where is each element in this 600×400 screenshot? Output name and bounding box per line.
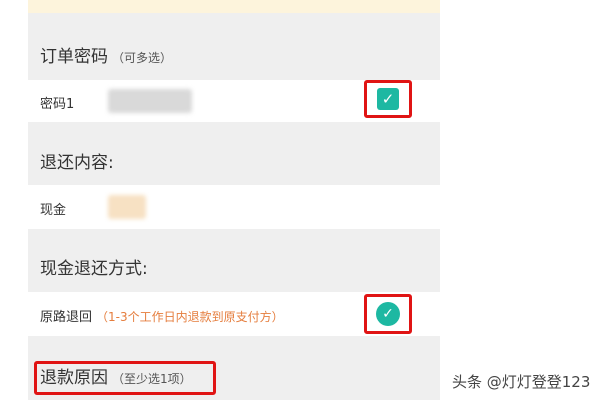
notice-bar (28, 0, 440, 13)
watermark-text: 头条 @灯灯登登123 (452, 373, 591, 391)
refund-content-title: 退还内容: (40, 152, 114, 174)
refund-reason-title-text: 退款原因 (40, 368, 108, 388)
order-password-hint: （可多选） (112, 51, 173, 65)
refund-method-title: 现金退还方式: (40, 258, 148, 280)
refund-content-label: 现金 (40, 203, 67, 218)
refund-method-title-text: 现金退还方式: (40, 259, 148, 279)
order-password-title: 订单密码 （可多选） (40, 46, 172, 69)
refund-content-title-text: 退还内容: (40, 153, 114, 173)
refund-method-option: 原路退回 （1-3个工作日内退款到原支付方） (40, 306, 284, 325)
refund-method-label: 原路退回 (40, 310, 93, 325)
password-label: 密码1 (40, 97, 75, 112)
order-password-title-text: 订单密码 (40, 47, 108, 67)
refund-reason-title: 退款原因 （至少选1项） (40, 367, 192, 390)
refund-reason-hint: （至少选1项） (112, 372, 192, 386)
refund-content-row: 现金 (28, 185, 440, 229)
refund-method-note: （1-3个工作日内退款到原支付方） (96, 310, 284, 324)
password-redacted (108, 89, 192, 113)
check-circle-icon[interactable]: ✓ (376, 302, 400, 326)
refund-amount-redacted (108, 195, 146, 219)
check-square-icon[interactable]: ✓ (377, 88, 399, 110)
